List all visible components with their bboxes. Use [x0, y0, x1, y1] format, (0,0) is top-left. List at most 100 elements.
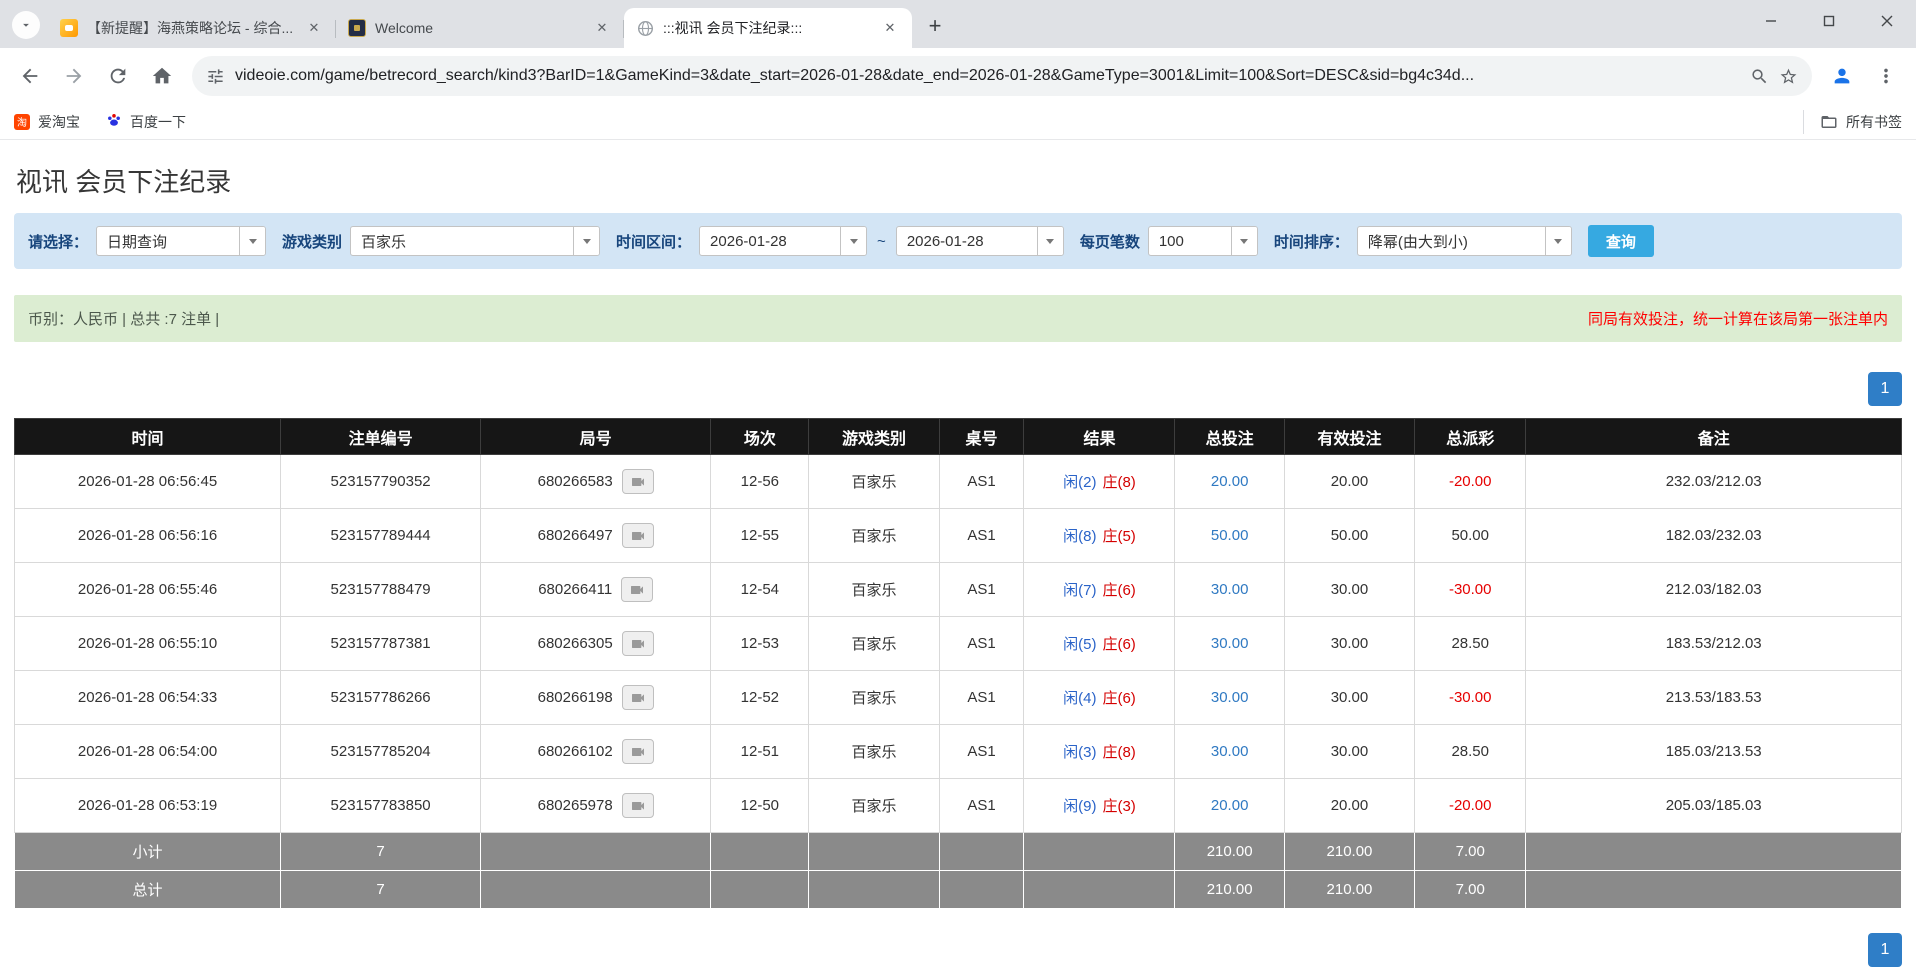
round-video-icon[interactable]: [622, 793, 654, 818]
total-bet-link[interactable]: 30.00: [1211, 743, 1249, 760]
maximize-icon[interactable]: [1800, 0, 1858, 42]
cell-result: 闲(9)庄(3): [1024, 779, 1175, 833]
cell-time: 2026-01-28 06:56:16: [15, 509, 281, 563]
tab-bet-records[interactable]: :::视讯 会员下注纪录::: ✕: [624, 8, 912, 48]
tab-strip: 【新提醒】海燕策略论坛 - 综合... ✕ Welcome ✕ :::视讯 会员…: [0, 0, 1916, 48]
chevron-down-icon[interactable]: [840, 227, 866, 255]
tab-welcome[interactable]: Welcome ✕: [336, 8, 624, 48]
total-bet-link[interactable]: 30.00: [1211, 581, 1249, 598]
cell-result: 闲(2)庄(8): [1024, 455, 1175, 509]
empty-cell: [939, 833, 1024, 871]
cell-time: 2026-01-28 06:54:33: [15, 671, 281, 725]
cell-table-no: AS1: [939, 563, 1024, 617]
chevron-down-icon[interactable]: [1037, 227, 1063, 255]
cell-payout: -30.00: [1415, 671, 1526, 725]
subtotal-count: 7: [281, 833, 481, 871]
zoom-icon[interactable]: [1750, 67, 1769, 86]
tab-close-icon[interactable]: ✕: [592, 18, 612, 38]
date-start-input[interactable]: 2026-01-28: [699, 226, 867, 256]
cell-session: 12-55: [711, 509, 809, 563]
cell-result: 闲(4)庄(6): [1024, 671, 1175, 725]
round-video-icon[interactable]: [621, 577, 653, 602]
cell-valid-bet: 30.00: [1284, 725, 1414, 779]
chevron-down-icon[interactable]: [1231, 227, 1257, 255]
tab-list-chevron-icon[interactable]: [12, 11, 40, 39]
new-tab-button[interactable]: +: [918, 9, 952, 43]
sort-order-select[interactable]: 降幂(由大到小): [1357, 226, 1572, 256]
refresh-icon[interactable]: [98, 56, 138, 96]
cell-round: 680266497: [481, 509, 711, 563]
menu-dots-icon[interactable]: [1866, 56, 1906, 96]
cell-table-no: AS1: [939, 617, 1024, 671]
date-end-input[interactable]: 2026-01-28: [896, 226, 1064, 256]
round-video-icon[interactable]: [622, 739, 654, 764]
summary-info-bar: 币别：人民币 | 总共 :7 注单 | 同局有效投注，统一计算在该局第一张注单内: [14, 295, 1902, 342]
folder-icon: [1820, 113, 1838, 131]
minimize-icon[interactable]: [1742, 0, 1800, 42]
header-time: 时间: [15, 419, 281, 455]
filter-label-date-range: 时间区间：: [616, 231, 691, 252]
cell-time: 2026-01-28 06:56:45: [15, 455, 281, 509]
empty-cell: [481, 871, 711, 909]
total-bet-link[interactable]: 30.00: [1211, 689, 1249, 706]
header-note: 备注: [1526, 419, 1902, 455]
all-bookmarks-label: 所有书签: [1846, 112, 1902, 132]
page-1-button[interactable]: 1: [1868, 372, 1902, 406]
all-bookmarks[interactable]: 所有书签: [1803, 110, 1902, 134]
bookmark-star-icon[interactable]: [1779, 67, 1798, 86]
cell-result: 闲(8)庄(5): [1024, 509, 1175, 563]
chevron-down-icon[interactable]: [239, 227, 265, 255]
tab-title: Welcome: [375, 20, 583, 36]
url-text[interactable]: videoie.com/game/betrecord_search/kind3?…: [235, 67, 1740, 85]
tab-close-icon[interactable]: ✕: [304, 18, 324, 38]
cell-bet-id: 523157783850: [281, 779, 481, 833]
page-1-button[interactable]: 1: [1868, 933, 1902, 967]
cell-game: 百家乐: [809, 617, 939, 671]
header-bet-id: 注单编号: [281, 419, 481, 455]
cell-session: 12-50: [711, 779, 809, 833]
round-video-icon[interactable]: [622, 685, 654, 710]
home-icon[interactable]: [142, 56, 182, 96]
cell-note: 183.53/212.03: [1526, 617, 1902, 671]
total-bet-link[interactable]: 30.00: [1211, 635, 1249, 652]
cell-game: 百家乐: [809, 563, 939, 617]
round-video-icon[interactable]: [622, 469, 654, 494]
page-size-input[interactable]: 100: [1148, 226, 1258, 256]
table-row: 2026-01-28 06:54:00 523157785204 6802661…: [15, 725, 1902, 779]
baidu-paw-icon: [106, 112, 122, 131]
url-bar[interactable]: videoie.com/game/betrecord_search/kind3?…: [192, 56, 1812, 96]
forward-icon[interactable]: [54, 56, 94, 96]
round-video-icon[interactable]: [622, 523, 654, 548]
total-bet-link[interactable]: 20.00: [1211, 797, 1249, 814]
search-button[interactable]: 查询: [1588, 225, 1654, 257]
profile-icon[interactable]: [1822, 56, 1862, 96]
round-video-icon[interactable]: [622, 631, 654, 656]
cell-game: 百家乐: [809, 725, 939, 779]
empty-cell: [809, 833, 939, 871]
page-title: 视讯 会员下注纪录: [16, 162, 1902, 199]
date-type-select[interactable]: 日期查询: [96, 226, 266, 256]
cell-round: 680266102: [481, 725, 711, 779]
cell-session: 12-54: [711, 563, 809, 617]
tab-close-icon[interactable]: ✕: [880, 18, 900, 38]
chevron-down-icon[interactable]: [1545, 227, 1571, 255]
empty-cell: [939, 871, 1024, 909]
game-type-select[interactable]: 百家乐: [350, 226, 600, 256]
empty-cell: [1024, 871, 1175, 909]
bookmark-baidu[interactable]: 百度一下: [106, 112, 186, 132]
cell-valid-bet: 20.00: [1284, 455, 1414, 509]
total-bet-link[interactable]: 50.00: [1211, 527, 1249, 544]
total-row: 总计 7 210.00 210.00 7.00: [15, 871, 1902, 909]
tab-forum[interactable]: 【新提醒】海燕策略论坛 - 综合... ✕: [48, 8, 336, 48]
back-icon[interactable]: [10, 56, 50, 96]
site-info-icon[interactable]: [206, 67, 225, 86]
cell-round: 680265978: [481, 779, 711, 833]
close-icon[interactable]: [1858, 0, 1916, 42]
tab-favicon-chat-icon: [60, 19, 78, 37]
cell-valid-bet: 30.00: [1284, 617, 1414, 671]
bookmark-taobao[interactable]: 淘 爱淘宝: [14, 112, 80, 132]
cell-bet-id: 523157787381: [281, 617, 481, 671]
chevron-down-icon[interactable]: [573, 227, 599, 255]
cell-note: 232.03/212.03: [1526, 455, 1902, 509]
total-bet-link[interactable]: 20.00: [1211, 473, 1249, 490]
